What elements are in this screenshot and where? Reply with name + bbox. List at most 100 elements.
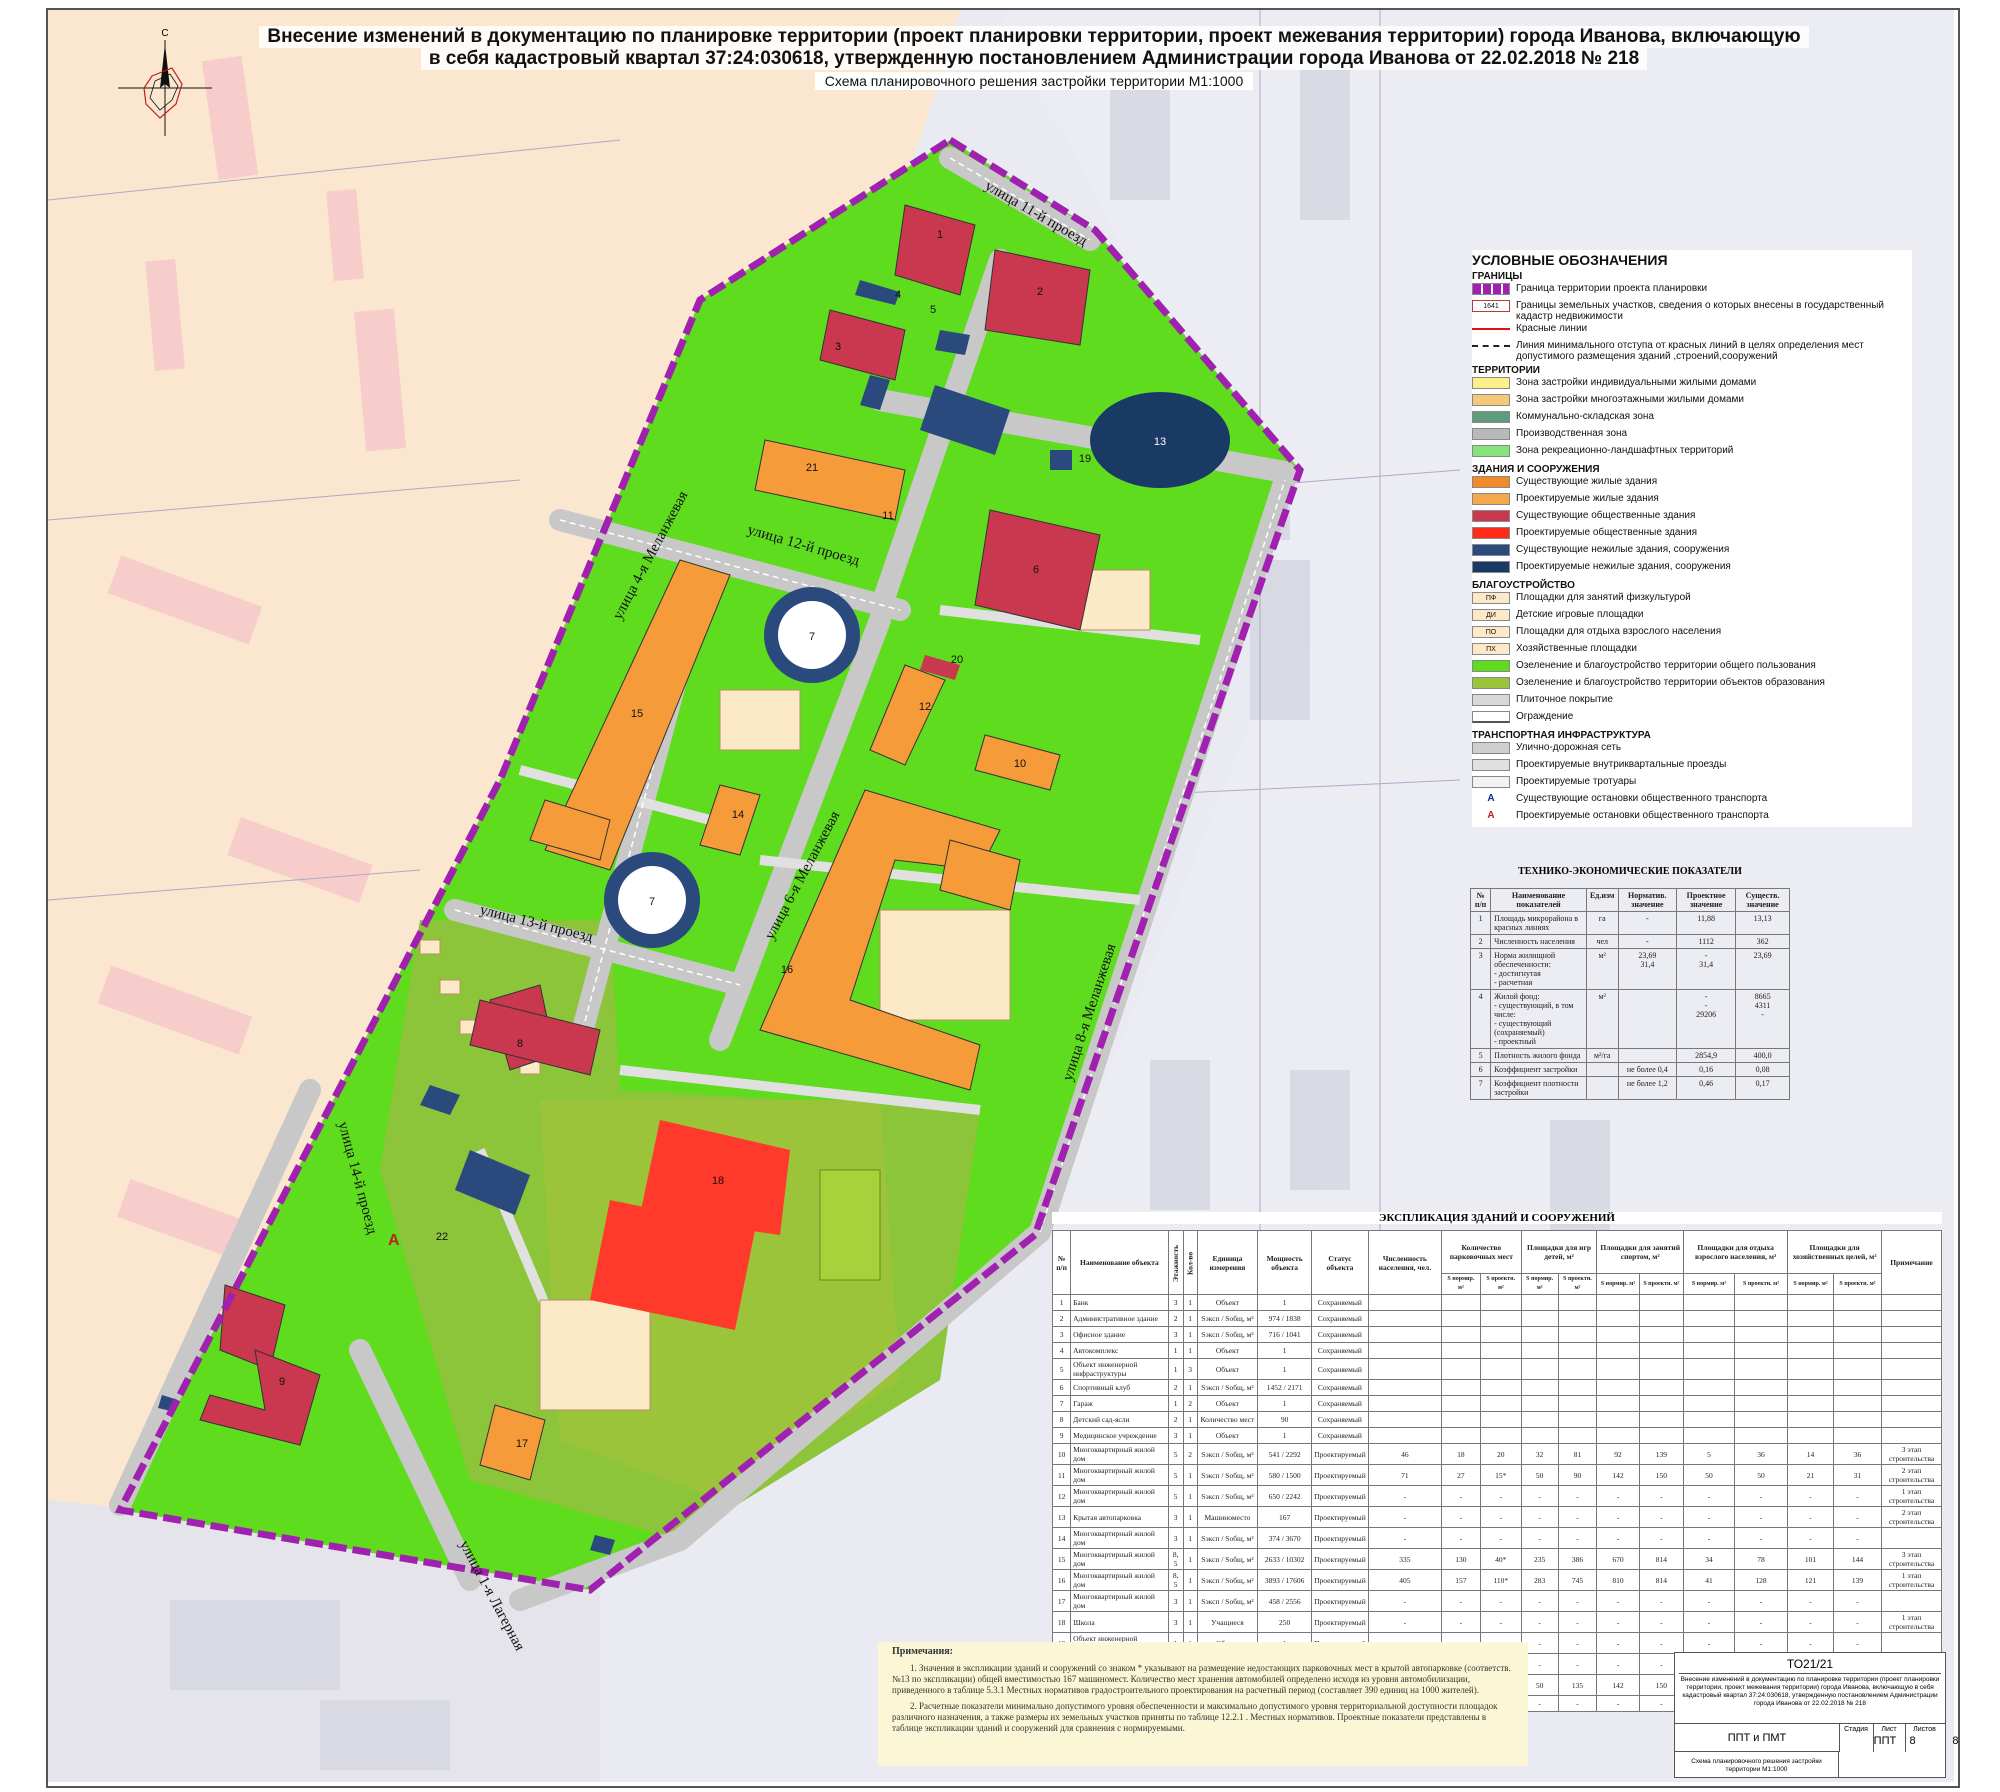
tep-cell: не более 0,4 — [1617, 1062, 1678, 1077]
explication-cell: - — [1440, 1590, 1481, 1612]
legend-swatch — [1472, 660, 1510, 672]
legend-item[interactable]: Линия минимального отступа от красных ли… — [1472, 340, 1912, 362]
explication-cell: - — [1787, 1632, 1834, 1654]
legend-item[interactable]: Существующие общественные здания — [1472, 510, 1912, 526]
legend-swatch — [1472, 742, 1510, 754]
explication-cell: - — [1733, 1485, 1789, 1507]
explication-cell: 144 — [1832, 1548, 1882, 1570]
explication-cell: - — [1520, 1611, 1559, 1633]
legend-item[interactable]: А Существующие остановки общественного тр… — [1472, 793, 1912, 809]
explication-cell — [1520, 1310, 1559, 1327]
legend-item[interactable]: Улично-дорожная сеть — [1472, 742, 1912, 758]
table-row: 8 Детский сад-ясли 2 1 Количество мест 90 Сохр… — [1051, 1411, 1943, 1428]
legend-item[interactable]: Проектируемые жилые здания — [1472, 493, 1912, 509]
explication-cell: Многоквартирный жилой дом — [1070, 1443, 1169, 1465]
explication-cell: 541 / 2292 — [1257, 1443, 1313, 1465]
tep-header-cell: № п/п — [1469, 888, 1492, 912]
explication-cell — [1557, 1395, 1598, 1412]
tep-cell — [1617, 989, 1678, 1049]
legend-swatch — [1472, 510, 1510, 522]
legend-item[interactable]: Производственная зона — [1472, 428, 1912, 444]
explication-cell: 1 этап строительства — [1880, 1611, 1943, 1633]
tep-cell: га — [1585, 911, 1619, 935]
explication-header-row: № п/п Наименование объекта Этажность Кол-во… — [1051, 1230, 1943, 1295]
explication-cell: 40* — [1479, 1548, 1522, 1570]
explication-cell: Многоквартирный жилой дом — [1070, 1464, 1169, 1486]
explication-cell: 7 — [1051, 1395, 1072, 1412]
explication-cell — [1832, 1411, 1882, 1428]
legend-item[interactable]: Проектируемые общественные здания — [1472, 527, 1912, 543]
explication-header-cell: Этажность — [1168, 1230, 1184, 1295]
explication-cell: 157 — [1440, 1569, 1481, 1591]
explication-cell — [1596, 1358, 1640, 1380]
legend-item[interactable]: 1641 Границы земельных участков, сведения… — [1472, 300, 1912, 322]
explication-cell — [1520, 1342, 1559, 1359]
explication-cell: 14 — [1787, 1443, 1834, 1465]
legend-item[interactable]: Граница территории проекта планировки — [1472, 283, 1912, 299]
explication-cell: - — [1520, 1485, 1559, 1507]
explication-cell: 1 — [1182, 1342, 1198, 1359]
legend-item[interactable]: ПХ Хозяйственные площадки — [1472, 643, 1912, 659]
explication-cell: - — [1557, 1527, 1598, 1549]
explication-cell: 6 — [1051, 1379, 1072, 1396]
legend-item[interactable]: Проектируемые внутриквартальные проезды — [1472, 759, 1912, 775]
legend-item[interactable]: Существующие жилые здания — [1472, 476, 1912, 492]
table-row: 5 Плотность жилого фонда м²/га 2854,9 400,0 — [1469, 1048, 1790, 1063]
explication-cell: - — [1367, 1485, 1442, 1507]
legend-item[interactable]: ПФ Площадки для занятий физкультурой — [1472, 592, 1912, 608]
explication-cell — [1520, 1294, 1559, 1311]
explication-cell — [1787, 1411, 1834, 1428]
legend-item[interactable]: Зона застройки многоэтажными жилыми дома… — [1472, 394, 1912, 410]
explication-header-cell: Примечание — [1880, 1230, 1943, 1295]
tep-cell: 7 — [1469, 1076, 1492, 1100]
legend-item[interactable]: ДИ Детские игровые площадки — [1472, 609, 1912, 625]
explication-cell: Многоквартирный жилой дом — [1070, 1548, 1169, 1570]
explication-cell — [1880, 1342, 1943, 1359]
explication-cell: 1 — [1257, 1427, 1313, 1444]
legend-item[interactable]: Ограждение — [1472, 711, 1912, 727]
legend-item[interactable]: Коммунально-складская зона — [1472, 411, 1912, 427]
svg-text:6: 6 — [1033, 564, 1039, 576]
explication-cell — [1440, 1358, 1481, 1380]
explication-cell — [1683, 1427, 1735, 1444]
legend: УСЛОВНЫЕ ОБОЗНАЧЕНИЯ ГРАНИЦЫ Граница терр… — [1472, 250, 1912, 827]
svg-text:21: 21 — [806, 462, 818, 474]
explication-cell: 670 — [1596, 1548, 1640, 1570]
tep-cell — [1585, 1076, 1619, 1100]
legend-item[interactable]: Проектируемые тротуары — [1472, 776, 1912, 792]
legend-item[interactable]: Озеленение и благоустройство территории … — [1472, 660, 1912, 676]
legend-item[interactable]: Зона застройки индивидуальными жилыми до… — [1472, 377, 1912, 393]
legend-item[interactable]: Проектируемые нежилые здания, сооружения — [1472, 561, 1912, 577]
legend-item[interactable]: Зона рекреационно-ландшафтных территорий — [1472, 445, 1912, 461]
explication-cell: 1 — [1182, 1527, 1198, 1549]
explication-subheader-cell: S нормир. м² — [1596, 1273, 1640, 1295]
explication-cell: Административное здание — [1070, 1310, 1169, 1327]
explication-cell: 3 — [1167, 1326, 1184, 1343]
legend-swatch — [1472, 476, 1510, 488]
title-line-1: Внесение изменений в документацию по пла… — [259, 26, 1809, 48]
svg-text:4: 4 — [895, 289, 901, 301]
explication-cell — [1683, 1310, 1735, 1327]
legend-item[interactable]: Озеленение и благоустройство территории … — [1472, 677, 1912, 693]
explication-cell — [1638, 1310, 1685, 1327]
svg-text:8: 8 — [517, 1038, 523, 1050]
explication-cell — [1787, 1342, 1834, 1359]
legend-item[interactable]: А Проектируемые остановки общественного т… — [1472, 810, 1912, 826]
explication-cell: - — [1733, 1506, 1789, 1528]
stamp-code: ТО21/21 — [1786, 1657, 1834, 1671]
explication-cell: - — [1638, 1632, 1685, 1654]
explication-cell: - — [1479, 1590, 1522, 1612]
legend-item[interactable]: Плиточное покрытие — [1472, 694, 1912, 710]
legend-item-label: Существующие нежилые здания, сооружения — [1516, 544, 1730, 555]
legend-item[interactable]: Существующие нежилые здания, сооружения — [1472, 544, 1912, 560]
explication-cell: - — [1596, 1695, 1640, 1712]
legend-item[interactable]: Красные линии — [1472, 323, 1912, 339]
explication-cell — [1787, 1294, 1834, 1311]
explication-cell: 1 — [1257, 1395, 1313, 1412]
explication-cell: 8, 5 — [1167, 1548, 1184, 1570]
explication-cell: - — [1832, 1611, 1882, 1633]
tep-cell: 362 — [1735, 934, 1790, 949]
legend-item[interactable]: ПО Площадки для отдыха взрослого населени… — [1472, 626, 1912, 642]
explication-cell: Крытая автопарковка — [1070, 1506, 1169, 1528]
explication-cell: - — [1520, 1590, 1559, 1612]
